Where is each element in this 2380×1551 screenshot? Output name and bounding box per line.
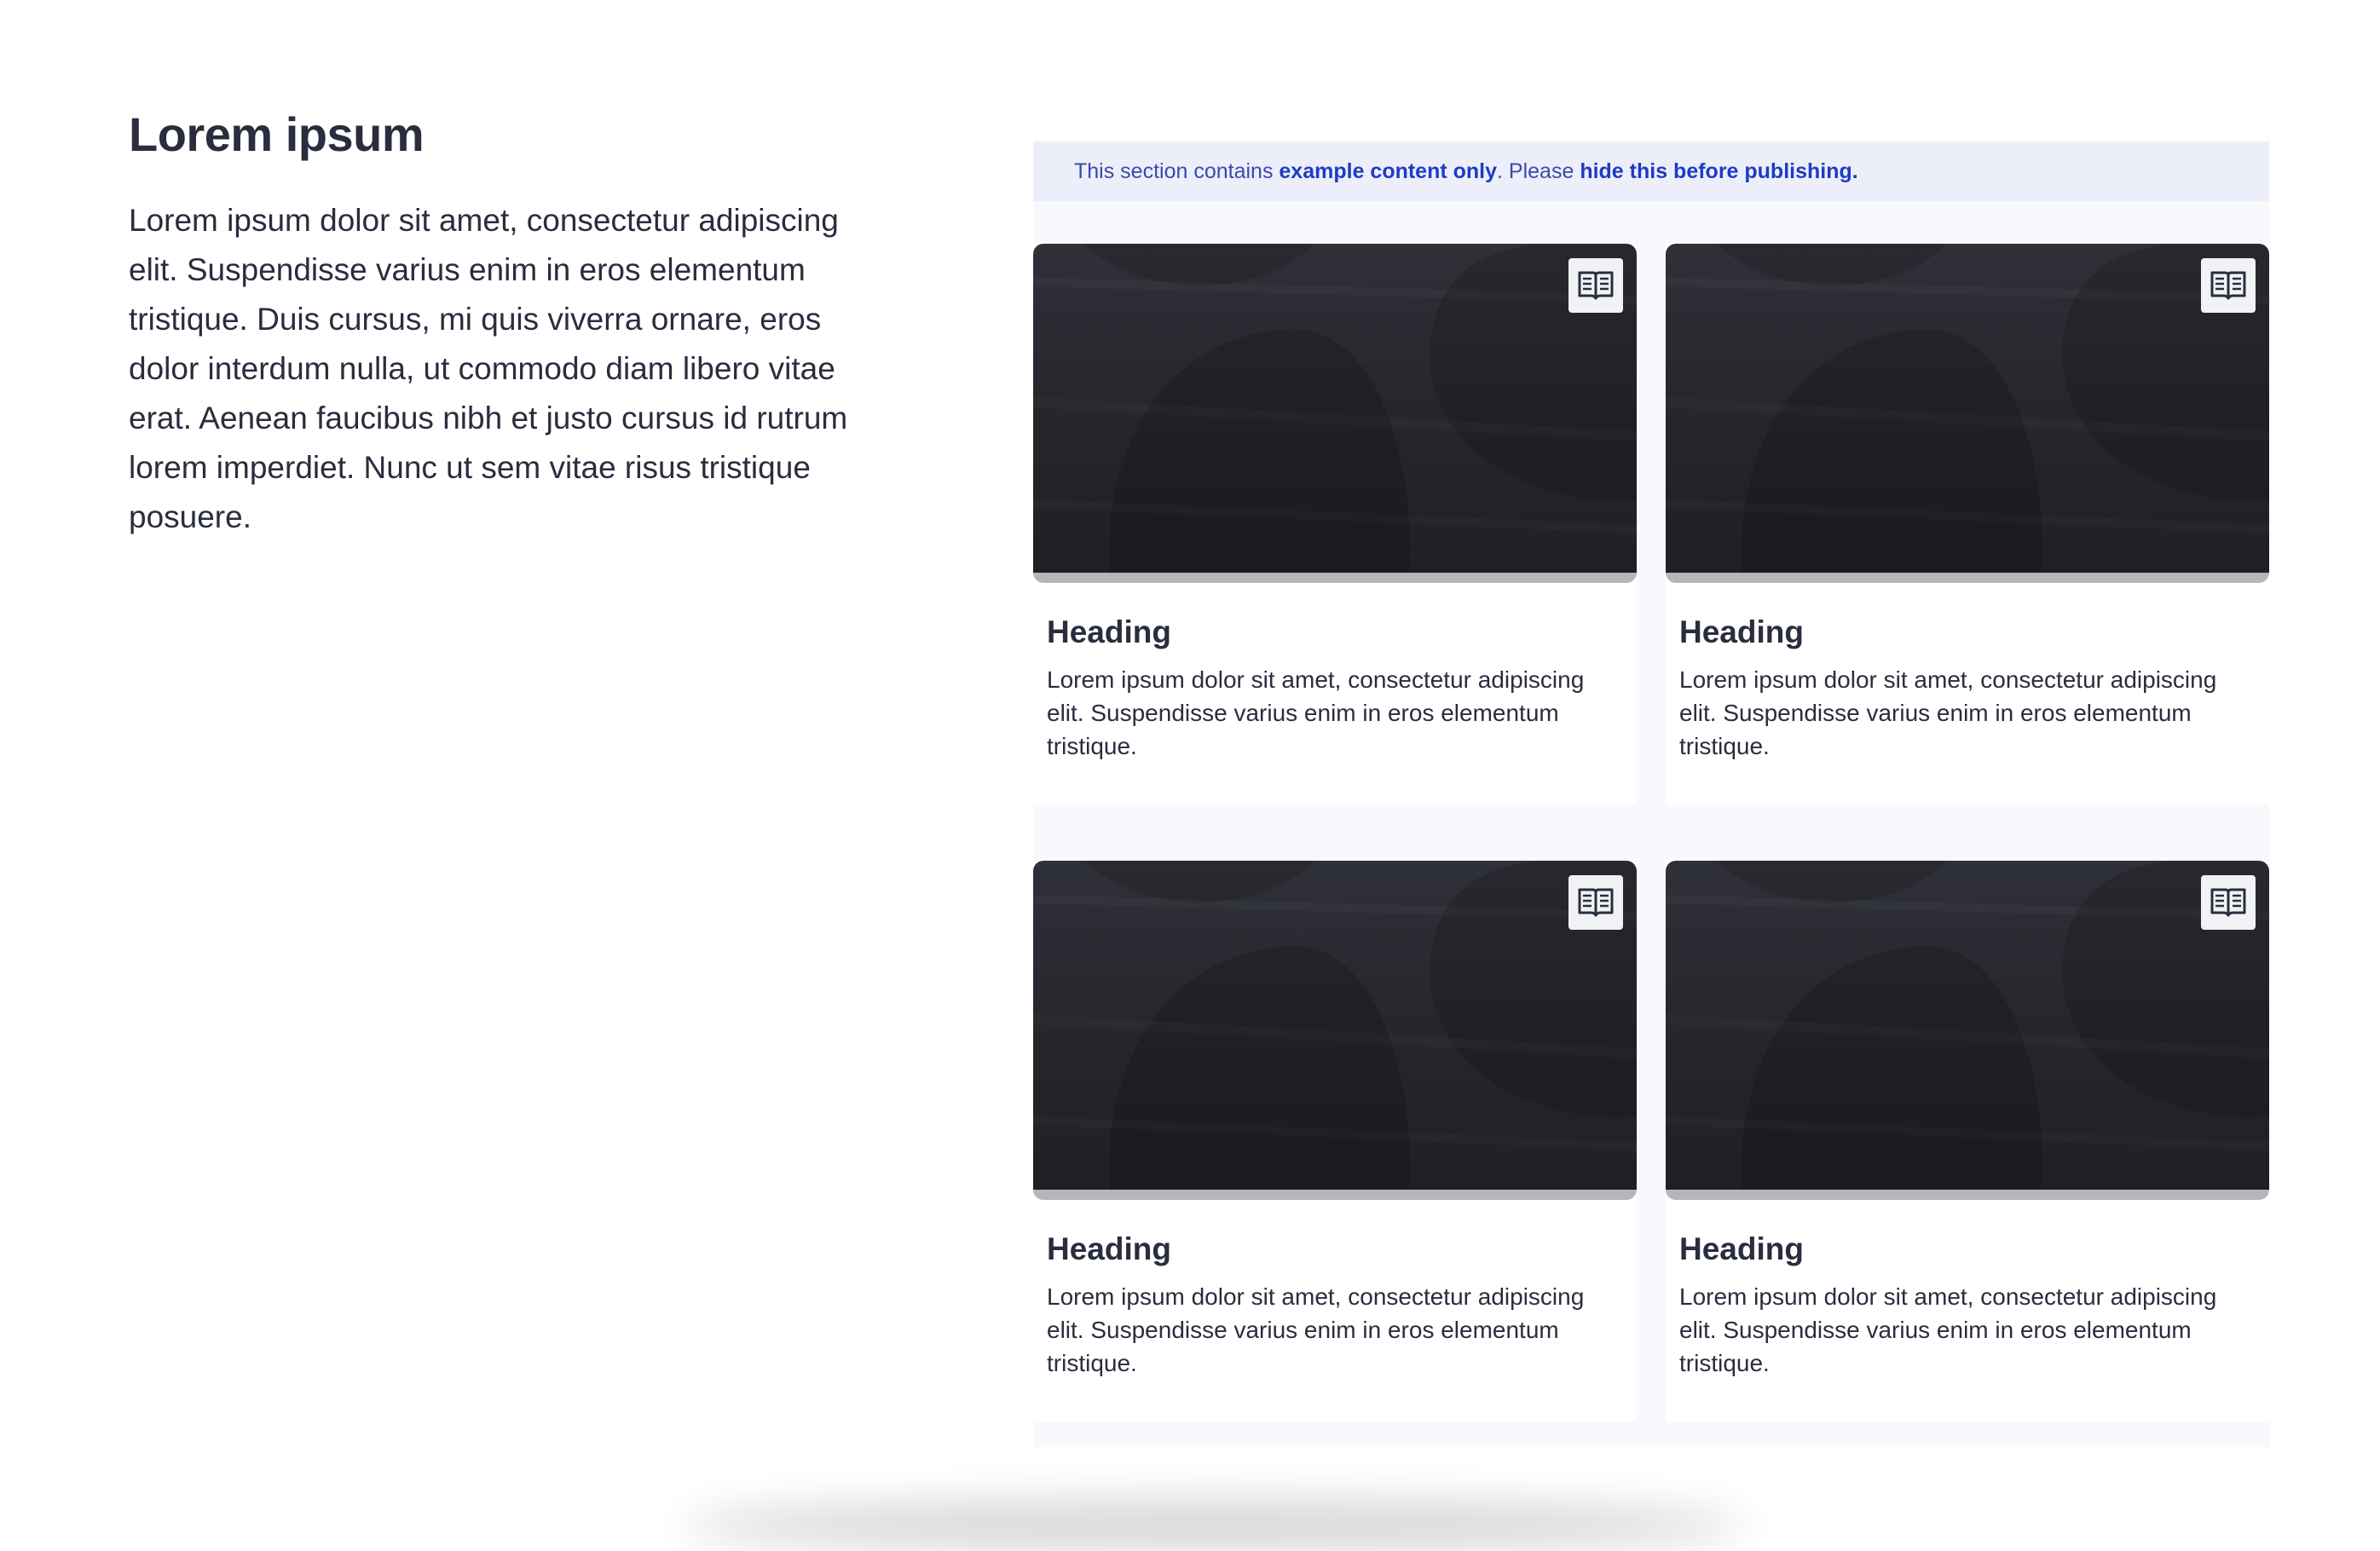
bottom-shadow [682, 1500, 1747, 1551]
card-media [1033, 244, 1637, 583]
page-title: Lorem ipsum [129, 107, 425, 161]
card-heading: Heading [1047, 1231, 1171, 1266]
card-image-pattern [1084, 244, 1637, 573]
card-image [1033, 244, 1637, 573]
book-icon [1578, 271, 1614, 300]
card-heading: Heading [1047, 614, 1171, 649]
book-badge [2201, 258, 2256, 313]
card-image-pattern [1717, 861, 2269, 1190]
example-content-notice: This section contains example content on… [1033, 141, 2269, 201]
book-icon [1578, 888, 1614, 917]
card-image [1666, 861, 2269, 1190]
card-text: Lorem ipsum dolor sit amet, consectetur … [1047, 1283, 1585, 1376]
notice-emphasis-example: example content only [1279, 159, 1498, 183]
card-text: Lorem ipsum dolor sit amet, consectetur … [1047, 666, 1585, 759]
card-image-pattern [1084, 861, 1637, 1190]
card-image-pattern [1717, 244, 2269, 573]
card-heading: Heading [1679, 1231, 1804, 1266]
book-badge [1568, 875, 1623, 930]
card-text: Lorem ipsum dolor sit amet, consectetur … [1679, 666, 2217, 759]
book-badge [1568, 258, 1623, 313]
card-text: Lorem ipsum dolor sit amet, consectetur … [1679, 1283, 2217, 1376]
card-media [1033, 861, 1637, 1200]
intro-paragraph: Lorem ipsum dolor sit amet, consectetur … [129, 203, 848, 534]
book-badge [2201, 875, 2256, 930]
card-4[interactable]: Heading Lorem ipsum dolor sit amet, cons… [1666, 861, 2269, 1421]
card-image [1033, 861, 1637, 1190]
card-image [1666, 244, 2269, 573]
card-2[interactable]: Heading Lorem ipsum dolor sit amet, cons… [1666, 244, 2269, 804]
notice-prefix: This section contains [1074, 159, 1280, 183]
intro-section: Lorem ipsum Lorem ipsum dolor sit amet, … [129, 104, 853, 542]
notice-middle: . Please [1497, 159, 1580, 183]
book-icon [2210, 271, 2246, 300]
card-1[interactable]: Heading Lorem ipsum dolor sit amet, cons… [1033, 244, 1637, 804]
card-media [1666, 861, 2269, 1200]
example-content-panel: This section contains example content on… [1033, 141, 2269, 1447]
card-media [1666, 244, 2269, 583]
notice-emphasis-hide: hide this before publishing. [1580, 159, 1858, 183]
card-3[interactable]: Heading Lorem ipsum dolor sit amet, cons… [1033, 861, 1637, 1421]
card-heading: Heading [1679, 614, 1804, 649]
book-icon [2210, 888, 2246, 917]
